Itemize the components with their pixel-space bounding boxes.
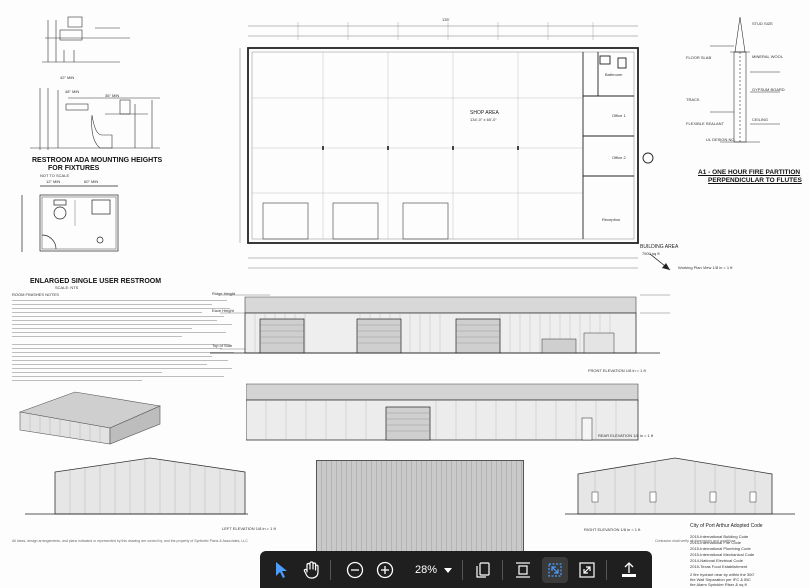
front-elevation-label: FRONT ELEVATION 1/8 in = 1 ft — [588, 368, 646, 373]
dim-label: 48" MIN — [65, 89, 80, 94]
right-elevation — [565, 457, 795, 515]
partition-callout: MINERAL WOOL — [752, 54, 783, 59]
partition-callout: TRACK — [686, 97, 700, 102]
select-tool-button[interactable] — [268, 557, 294, 583]
drawing-sheet: 42" MIN 36" MIN 48" MIN 12" MIN 60" MIN … — [0, 0, 809, 588]
toolbar-separator — [606, 560, 607, 580]
toolbar-separator — [502, 560, 503, 580]
partition-callout: GYPSUM BOARD — [752, 87, 785, 92]
dim-label: 36" MIN — [105, 93, 120, 98]
partition-title-line1: A1 - ONE HOUR FIRE PARTITION — [698, 169, 801, 176]
partition-callout: UL DESIGN NO. — [706, 137, 736, 142]
export-button[interactable] — [616, 557, 642, 583]
enlarged-restroom-title: ENLARGED SINGLE USER RESTROOM — [30, 278, 162, 285]
footer-disclaimer: All ideas, design arrangements, and plan… — [12, 539, 248, 543]
left-elevation — [25, 457, 248, 515]
shop-area-label: SHOP AREA — [470, 110, 499, 116]
floor-plan — [239, 22, 654, 269]
partition-callout: FLEXIBLE SEALANT — [686, 121, 725, 126]
zoom-out-button[interactable] — [342, 557, 368, 583]
reception-label: Reception — [602, 217, 621, 222]
pan-tool-button[interactable] — [298, 557, 324, 583]
side-section-panel — [316, 460, 524, 553]
viewer-toolbar: 28% — [260, 551, 652, 588]
height-tag: Ridge Height — [212, 291, 236, 296]
partition-title-line2: PERPENDICULAR TO FLUTES — [708, 177, 802, 184]
pages-icon — [476, 562, 490, 578]
shop-area-size: 134'-0" x 60'-0" — [470, 117, 497, 122]
toolbar-separator — [330, 560, 331, 580]
zoom-in-button[interactable] — [372, 557, 398, 583]
plan-scale-label: Working Plan View 1/8 in = 1 ft — [678, 265, 733, 270]
bathroom-label: Bathroom — [605, 72, 623, 77]
code-item: 2014-National Electrical Code — [690, 558, 743, 563]
zoom-dropdown-button[interactable] — [440, 557, 456, 583]
height-tag: Eave Height — [212, 308, 234, 313]
dim-label: 60" MIN — [84, 179, 99, 184]
total-dimension: 135' — [442, 17, 450, 22]
dim-label: 12" MIN — [46, 179, 61, 184]
fit-page-button[interactable] — [510, 557, 536, 583]
export-icon — [622, 562, 636, 577]
fit-width-icon — [548, 563, 562, 577]
hand-icon — [303, 561, 319, 579]
partition-callout: FLOOR SLAB — [686, 55, 712, 60]
partition-callout: CEILING — [752, 117, 769, 122]
fullscreen-button[interactable] — [574, 557, 600, 583]
mounting-heights-subtitle: FOR FIXTURES — [48, 165, 100, 172]
notes-header: ROOM FINISHES NOTES — [12, 292, 59, 297]
building-3d-view — [18, 391, 162, 445]
page-view-button[interactable] — [470, 557, 496, 583]
office1-label: Office 1 — [612, 113, 626, 118]
right-elevation-label: RIGHT ELEVATION 1/8 in = 1 ft — [584, 527, 641, 532]
fit-width-button[interactable] — [542, 557, 568, 583]
dim-label: 42" MIN — [60, 75, 75, 80]
height-tag: Top of Slab — [212, 343, 233, 348]
enlarged-restroom-scale: SCALE: NTS — [55, 285, 79, 290]
zoom-out-icon — [346, 561, 364, 579]
mounting-heights-title: RESTROOM ADA MOUNTING HEIGHTS — [32, 157, 163, 164]
mounting-heights-note: NOT TO SCALE — [40, 173, 70, 178]
building-area-label: BUILDING AREA — [640, 244, 679, 250]
rear-elevation-label: REAR ELEVATION 1/8 in = 1 ft — [598, 433, 654, 438]
cursor-icon — [276, 562, 287, 578]
zoom-in-icon — [376, 561, 394, 579]
rear-elevation — [246, 383, 639, 441]
code-item: 2015-International Mechanical Code — [690, 552, 755, 557]
fit-page-icon — [516, 562, 530, 578]
partition-callout: STUD SIZE — [752, 21, 773, 26]
left-elevation-label: LEFT ELEVATION 1/8 in = 1 ft — [222, 526, 276, 531]
code-item: 2015-International Plumbing Code — [690, 546, 751, 551]
toolbar-separator — [462, 560, 463, 580]
footer-contractor-note: Contractor shall verify all dimensions a… — [655, 539, 736, 543]
front-elevation — [210, 294, 670, 354]
fullscreen-icon — [579, 562, 595, 578]
code-note: fire Alarm Sprinkler Riser & sq ft — [690, 582, 747, 587]
office2-label: Office 2 — [612, 155, 626, 160]
code-item: 2015-Texas Food Establishment — [690, 564, 748, 569]
zoom-level[interactable]: 28% — [408, 564, 444, 576]
code-title: City of Port Arthur Adopted Code — [690, 523, 763, 529]
chevron-down-icon — [444, 568, 452, 573]
restroom-details-drawing — [21, 16, 160, 252]
north-arrow-icon — [649, 253, 671, 271]
